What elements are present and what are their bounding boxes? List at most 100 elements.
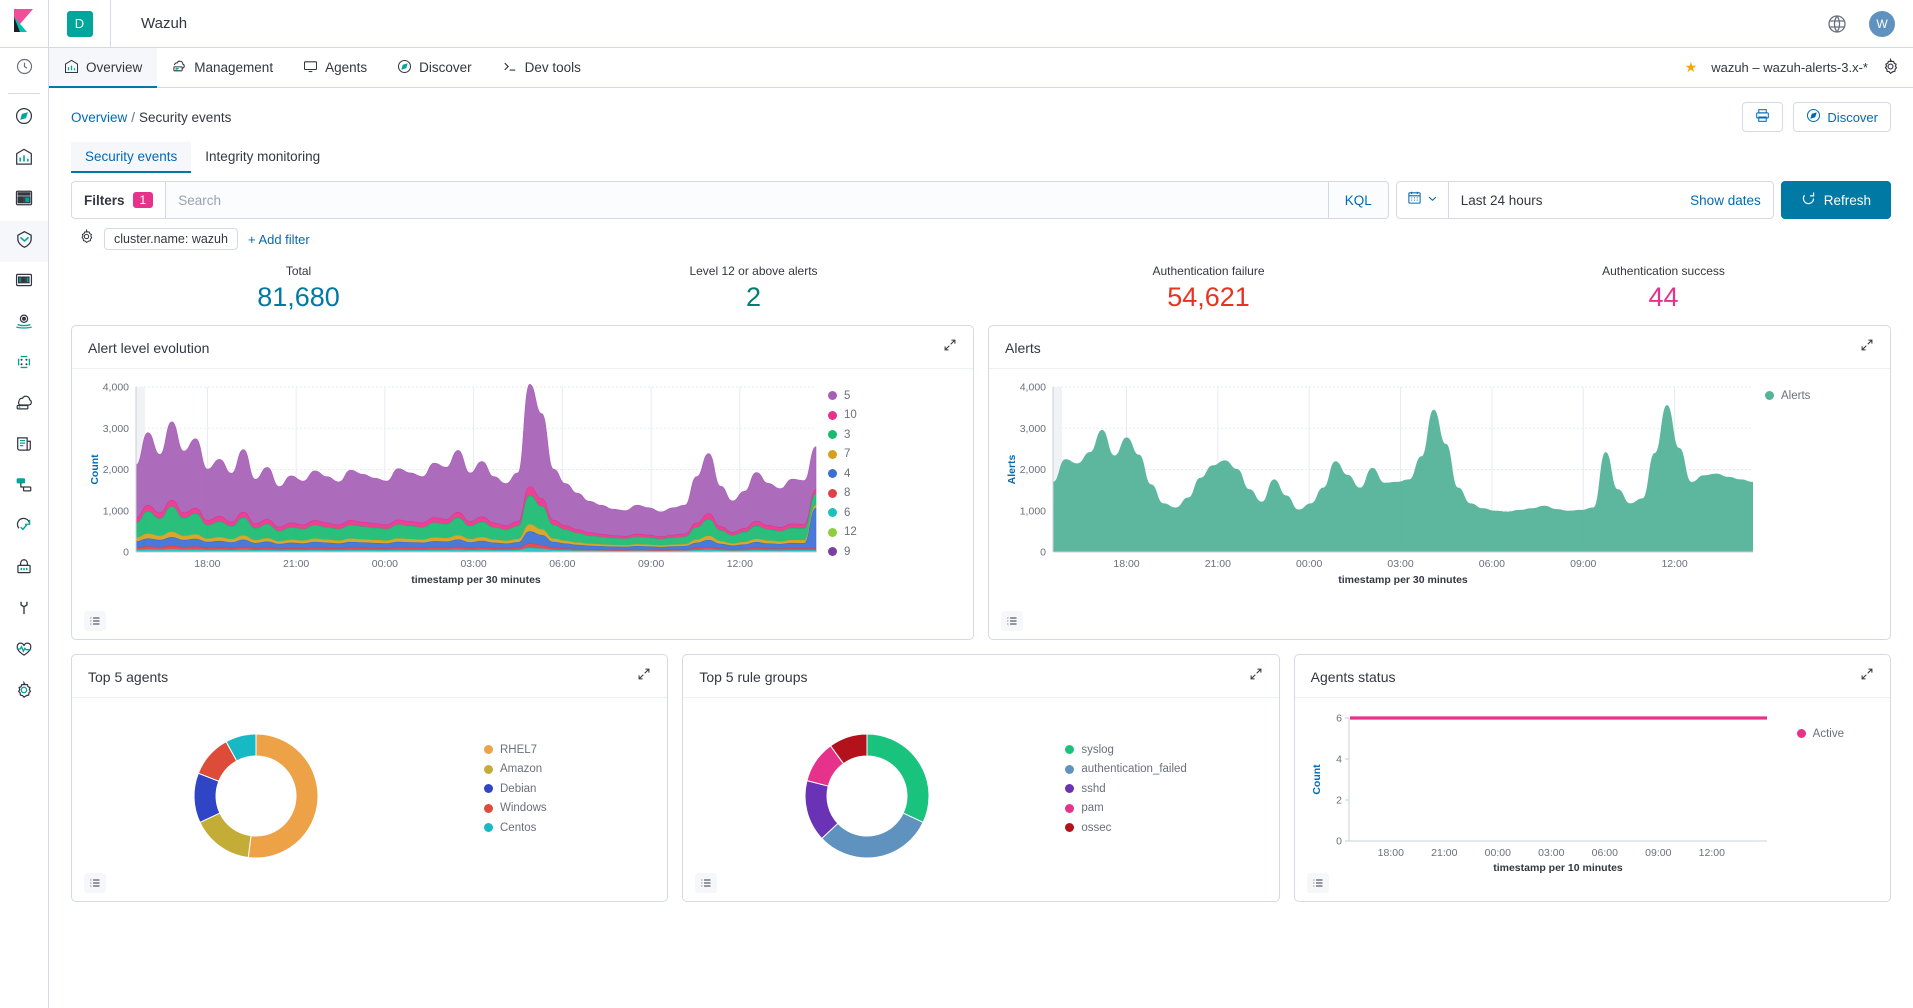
list-icon[interactable] xyxy=(1307,873,1329,893)
legend-item[interactable]: Centos xyxy=(484,818,547,838)
svg-text:3,000: 3,000 xyxy=(103,423,129,435)
discover-compass-icon xyxy=(15,107,33,130)
nav-tab-overview[interactable]: Overview xyxy=(49,48,157,87)
legend-item[interactable]: sshd xyxy=(1065,779,1187,799)
legend-item[interactable]: 5 xyxy=(828,386,857,406)
calendar-icon xyxy=(1407,190,1422,210)
list-icon[interactable] xyxy=(695,873,717,893)
legend-item[interactable]: pam xyxy=(1065,799,1187,819)
kibana-home-button[interactable] xyxy=(0,0,49,48)
discover-button[interactable]: Discover xyxy=(1793,102,1891,132)
sub-tabs: Security events Integrity monitoring xyxy=(49,132,1913,173)
rail-item-infrastructure[interactable] xyxy=(0,385,48,426)
rail-item-monitoring[interactable] xyxy=(0,631,48,672)
stat-label: Authentication success xyxy=(1436,264,1891,278)
expand-icon[interactable] xyxy=(1249,667,1263,686)
chart-agents-status[interactable]: 024618:0021:0000:0003:0006:0009:0012:00t… xyxy=(1307,708,1878,895)
rail-item-visualize[interactable] xyxy=(0,139,48,180)
expand-icon[interactable] xyxy=(943,338,957,357)
tab-integrity-monitoring[interactable]: Integrity monitoring xyxy=(191,142,334,173)
legend-item[interactable]: 6 xyxy=(828,503,857,523)
add-filter-button[interactable]: + Add filter xyxy=(248,232,310,247)
rail-item-dev-tools[interactable] xyxy=(0,590,48,631)
svg-text:06:00: 06:00 xyxy=(1591,847,1617,859)
legend-item[interactable]: syslog xyxy=(1065,740,1187,760)
search-input[interactable]: Search xyxy=(166,182,1328,218)
rail-item-discover[interactable] xyxy=(0,98,48,139)
legend-item[interactable]: Alerts xyxy=(1765,386,1810,406)
legend-color-dot xyxy=(1765,391,1774,400)
panel-body: syslogauthentication_failedsshdpamossec xyxy=(683,698,1278,901)
chart-top5-agents[interactable]: RHEL7AmazonDebian Windows Centos xyxy=(84,708,655,895)
chart-top5-rule-groups[interactable]: syslogauthentication_failedsshdpamossec xyxy=(695,708,1266,895)
legend-item[interactable]: ossec xyxy=(1065,818,1187,838)
legend-item[interactable]: 9 xyxy=(828,542,857,562)
legend-item[interactable]: RHEL7 xyxy=(484,740,547,760)
filter-pill-cluster-name[interactable]: cluster.name: wazuh xyxy=(104,228,238,250)
rail-item-apm[interactable] xyxy=(0,467,48,508)
legend-item[interactable]: 12 xyxy=(828,523,857,543)
svg-text:03:00: 03:00 xyxy=(460,558,486,570)
legend-item[interactable]: 4 xyxy=(828,464,857,484)
nav-right: ★ wazuh – wazuh-alerts-3.x-* xyxy=(1685,48,1913,87)
nav-tab-agents[interactable]: Agents xyxy=(288,48,382,87)
avatar[interactable]: W xyxy=(1869,11,1895,37)
rail-item-management[interactable] xyxy=(0,672,48,713)
svg-text:00:00: 00:00 xyxy=(1484,847,1510,859)
nav-tab-management[interactable]: Management xyxy=(157,48,288,87)
rail-item-canvas[interactable] xyxy=(0,262,48,303)
breadcrumb-parent[interactable]: Overview xyxy=(71,110,127,125)
list-icon[interactable] xyxy=(84,873,106,893)
legend-item[interactable]: authentication_failed xyxy=(1065,760,1187,780)
expand-icon[interactable] xyxy=(1860,338,1874,357)
breadcrumb-current: Security events xyxy=(139,110,231,125)
list-icon[interactable] xyxy=(84,611,106,631)
svg-text:timestamp per 30 minutes: timestamp per 30 minutes xyxy=(411,574,541,586)
rail-item-logs[interactable] xyxy=(0,426,48,467)
legend-item[interactable]: 7 xyxy=(828,445,857,465)
help-circle-icon[interactable] xyxy=(1827,14,1847,34)
print-button[interactable] xyxy=(1742,102,1783,132)
legend-item[interactable]: 10 xyxy=(828,406,857,426)
show-dates-button[interactable]: Show dates xyxy=(1678,182,1773,218)
calendar-quick-select-button[interactable] xyxy=(1397,182,1449,218)
filters-button[interactable]: Filters 1 xyxy=(72,182,166,218)
chart-alert-level-evolution[interactable]: 01,0002,0003,0004,00018:0021:0000:0003:0… xyxy=(84,379,961,633)
refresh-button[interactable]: Refresh xyxy=(1781,181,1891,219)
filter-options-gear-icon[interactable] xyxy=(79,229,94,249)
rail-item-recently-viewed[interactable] xyxy=(0,48,48,89)
rail-item-dashboard[interactable] xyxy=(0,180,48,221)
list-icon[interactable] xyxy=(1001,611,1023,631)
svg-text:0: 0 xyxy=(1040,547,1046,559)
legend-item[interactable]: 3 xyxy=(828,425,857,445)
expand-icon[interactable] xyxy=(1860,667,1874,686)
rail-item-machine-learning[interactable] xyxy=(0,344,48,385)
rail-item-uptime[interactable] xyxy=(0,508,48,549)
stat-authentication-failure: Authentication failure 54,621 xyxy=(981,264,1436,313)
nav-tab-discover[interactable]: Discover xyxy=(382,48,487,87)
filters-label: Filters xyxy=(84,193,125,208)
legend-label: 9 xyxy=(844,546,850,558)
query-language-button[interactable]: KQL xyxy=(1328,182,1388,218)
tab-security-events[interactable]: Security events xyxy=(71,142,191,173)
legend-item[interactable]: Windows xyxy=(484,799,547,819)
rail-item-wazuh[interactable] xyxy=(0,221,48,262)
discover-compass-icon xyxy=(397,59,412,77)
index-pattern-selector[interactable]: wazuh – wazuh-alerts-3.x-* xyxy=(1711,60,1868,75)
rail-item-maps[interactable] xyxy=(0,303,48,344)
panel-agents-status: Agents status 024618:0021:0000:0003:0006… xyxy=(1294,654,1891,902)
legend-item[interactable]: Debian xyxy=(484,779,547,799)
legend-item[interactable]: Amazon xyxy=(484,760,547,780)
legend-item[interactable]: Active xyxy=(1797,724,1844,744)
expand-icon[interactable] xyxy=(637,667,651,686)
nav-tab-dev-tools[interactable]: Dev tools xyxy=(487,48,596,87)
legend-label: Windows xyxy=(500,802,547,814)
legend-item[interactable]: 8 xyxy=(828,484,857,504)
svg-text:2: 2 xyxy=(1336,795,1342,807)
siem-lock-icon xyxy=(15,558,33,581)
chart-alerts[interactable]: 01,0002,0003,0004,00018:0021:0000:0003:0… xyxy=(1001,379,1878,633)
star-filled-icon[interactable]: ★ xyxy=(1685,59,1698,76)
gear-icon[interactable] xyxy=(1882,58,1899,78)
date-range-text[interactable]: Last 24 hours xyxy=(1449,182,1678,218)
rail-item-siem[interactable] xyxy=(0,549,48,590)
